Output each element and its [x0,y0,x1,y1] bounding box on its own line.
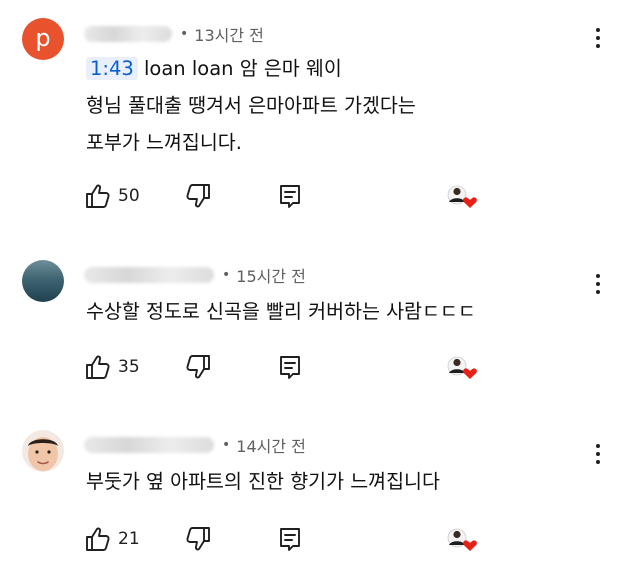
comment-2: • 15시간 전 수상할 정도로 신곡을 빨리 커버하는 사람ㄷㄷㄷ 35 [0,230,640,400]
comment-meta: • 15시간 전 [84,263,306,287]
like-button[interactable]: 35 [84,353,140,381]
reply-icon [280,356,300,379]
creator-heart-badge [445,182,481,214]
comment-meta: • 13시간 전 [84,22,264,46]
reply-button[interactable] [276,353,304,381]
dislike-button[interactable] [184,353,212,381]
comment-time: 15시간 전 [236,267,306,286]
avatar[interactable]: p [22,18,64,60]
more-vert-icon [596,444,600,448]
like-button[interactable]: 50 [84,182,140,210]
reply-button[interactable] [276,182,304,210]
creator-heart-badge [445,525,481,557]
reply-icon [280,185,300,208]
separator-dot: • [222,437,231,453]
more-vert-icon [596,28,600,32]
timestamp-link[interactable]: 1:43 [86,57,138,80]
dislike-button[interactable] [184,525,212,553]
comment-actions: 35 [84,353,477,385]
reply-button[interactable] [276,525,304,553]
comment-text: 수상할 정도로 신곡을 빨리 커버하는 사람ㄷㄷㄷ [86,293,476,330]
comment-meta: • 14시간 전 [84,433,306,457]
comment-3: • 14시간 전 부둣가 옆 아파트의 진한 향기가 느껴집니다 21 [0,400,640,588]
separator-dot: • [222,267,231,283]
like-button[interactable]: 21 [84,525,140,553]
more-options-button[interactable] [588,24,608,52]
creator-heart-icon [447,185,477,208]
reply-icon [280,528,300,551]
more-options-button[interactable] [588,270,608,298]
creator-heart-icon [447,356,477,379]
more-options-button[interactable] [588,440,608,468]
comment-actions: 50 [84,182,477,214]
thumbs-up-icon [86,355,110,379]
author-name-redacted[interactable] [84,437,214,453]
like-count: 21 [118,529,140,549]
comment-time: 13시간 전 [194,26,264,45]
thumbs-up-icon [86,184,110,208]
author-name-redacted[interactable] [84,26,172,42]
dislike-button[interactable] [184,182,212,210]
comment-line: 형님 풀대출 땡겨서 은마아파트 가겠다는 [86,94,416,117]
like-count: 50 [118,186,140,206]
avatar[interactable] [22,430,64,472]
comment-line: 1:43 loan loan 암 은마 웨이 [86,50,416,87]
comment-actions: 21 [84,525,477,557]
author-name-redacted[interactable] [84,267,214,283]
comment-time: 14시간 전 [236,437,306,456]
comment-text: 1:43 loan loan 암 은마 웨이 형님 풀대출 땡겨서 은마아파트 … [86,50,416,161]
comment-line: 부둣가 옆 아파트의 진한 향기가 느껴집니다 [86,470,440,493]
creator-heart-icon [447,528,477,551]
comment-line: 포부가 느껴집니다. [86,131,242,154]
like-count: 35 [118,357,140,377]
thumbs-down-icon [186,184,210,208]
comment-text: 부둣가 옆 아파트의 진한 향기가 느껴집니다 [86,463,440,500]
thumbs-down-icon [186,355,210,379]
creator-heart-badge [445,353,481,385]
comment-1: p • 13시간 전 1:43 loan loan 암 은마 웨이 형님 풀대출… [0,0,640,230]
avatar[interactable] [22,260,64,302]
thumbs-down-icon [186,527,210,551]
thumbs-up-icon [86,527,110,551]
avatar-photo [28,437,58,471]
separator-dot: • [180,26,189,42]
avatar-letter: p [35,24,51,52]
more-vert-icon [596,274,600,278]
comment-line: 수상할 정도로 신곡을 빨리 커버하는 사람ㄷㄷㄷ [86,300,476,323]
